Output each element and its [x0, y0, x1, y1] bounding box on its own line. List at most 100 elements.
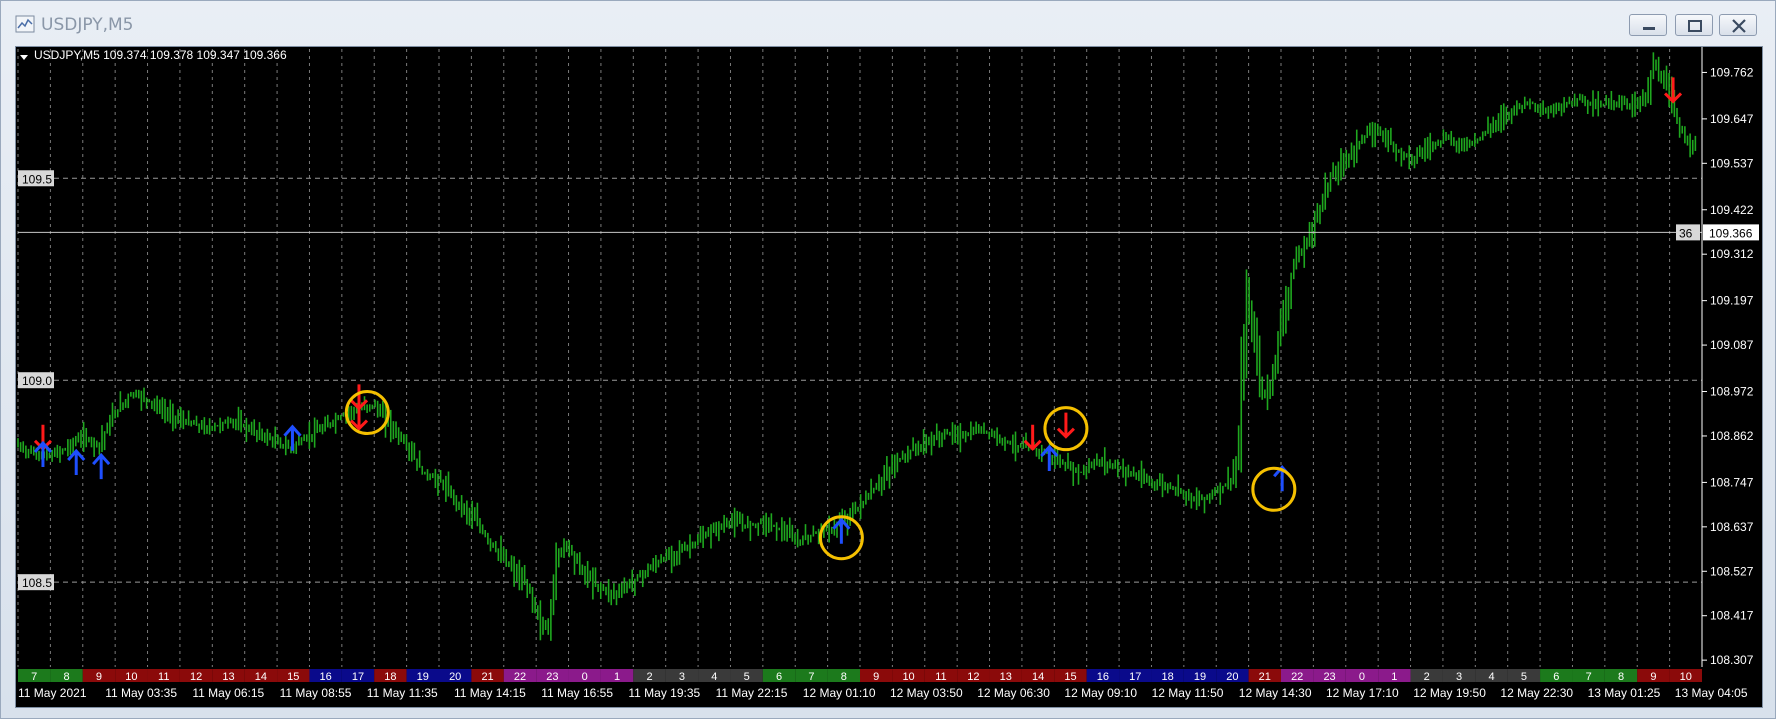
hour-label: 2: [646, 671, 652, 683]
hour-label: 8: [841, 671, 847, 683]
time-label: 12 May 01:10: [803, 686, 876, 700]
minimize-icon: [1643, 27, 1655, 30]
price-tick-label: 109.087: [1710, 338, 1754, 352]
level-label: 109.0: [22, 374, 52, 388]
hour-label: 3: [1456, 671, 1462, 683]
buy-arrow-icon: [283, 424, 302, 451]
current-price-label: 109.366: [1709, 226, 1753, 240]
time-label: 12 May 09:10: [1064, 686, 1137, 700]
hour-label: 17: [1129, 671, 1141, 683]
chart-window: USDJPY,M5 109.5 109.0 108.5 109.762 109.647 1…: [0, 0, 1776, 719]
hour-label: 14: [1032, 671, 1044, 683]
hour-label: 7: [808, 671, 814, 683]
chart-header-label: USDJPY,M5 109.374 109.378 109.347 109.36…: [34, 48, 287, 62]
price-tick-label: 109.197: [1710, 294, 1754, 308]
hour-label: 8: [64, 671, 70, 683]
price-tick-label: 109.312: [1710, 247, 1754, 261]
hour-label: 12: [967, 671, 979, 683]
hour-label: 10: [1680, 671, 1692, 683]
hour-label: 20: [1226, 671, 1238, 683]
time-label: 11 May 06:15: [192, 686, 264, 700]
sell-arrow-icon: [1663, 77, 1683, 104]
price-tick-label: 108.747: [1710, 475, 1754, 489]
hour-label: 8: [1618, 671, 1624, 683]
hour-label: 13: [222, 671, 234, 683]
hour-label: 23: [546, 671, 558, 683]
price-tick-label: 108.862: [1710, 429, 1754, 443]
hour-label: 21: [481, 671, 493, 683]
hour-label: 15: [1064, 671, 1076, 683]
hour-label: 5: [744, 671, 750, 683]
restore-button[interactable]: [1675, 14, 1713, 36]
buy-arrow-icon: [33, 440, 53, 467]
hour-label: 7: [1586, 671, 1592, 683]
close-button[interactable]: [1719, 14, 1757, 36]
hour-label: 18: [384, 671, 396, 683]
hour-label: 9: [96, 671, 102, 683]
hour-label: 20: [449, 671, 461, 683]
hour-label: 10: [902, 671, 914, 683]
time-label: 11 May 08:55: [280, 686, 352, 700]
price-tick-label: 109.647: [1710, 112, 1754, 126]
time-label: 11 May 19:35: [628, 686, 700, 700]
hour-label: 18: [1162, 671, 1174, 683]
hour-label: 21: [1259, 671, 1271, 683]
hour-label: 9: [1650, 671, 1656, 683]
hour-label: 16: [320, 671, 332, 683]
price-tick-label: 108.307: [1710, 653, 1754, 667]
hour-label: 11: [935, 671, 946, 683]
hour-label: 13: [1000, 671, 1012, 683]
close-icon: [1732, 19, 1746, 33]
time-label: 12 May 22:30: [1500, 686, 1573, 700]
sell-arrow-icon: [1023, 424, 1042, 451]
price-tick-label: 108.417: [1710, 609, 1754, 623]
hour-label: 22: [1291, 671, 1303, 683]
hour-label: 19: [1194, 671, 1206, 683]
window-title: USDJPY,M5: [41, 15, 134, 35]
time-label: 11 May 11:35: [367, 686, 438, 700]
time-label: 11 May 22:15: [716, 686, 788, 700]
price-tick-label: 109.422: [1710, 203, 1754, 217]
hour-label: 4: [1488, 671, 1494, 683]
level-label: 108.5: [22, 576, 52, 590]
hour-label: 23: [1323, 671, 1335, 683]
hour-label: 12: [190, 671, 202, 683]
time-label: 12 May 14:30: [1239, 686, 1312, 700]
hour-label: 1: [614, 671, 620, 683]
hour-label: 3: [679, 671, 685, 683]
chart-area[interactable]: 109.5 109.0 108.5 109.762 109.647 109.537 109.…: [15, 46, 1763, 708]
chart-app-icon: [15, 15, 35, 33]
triangle-down-icon[interactable]: [20, 55, 28, 60]
price-tick-label: 109.762: [1710, 65, 1754, 79]
hour-label: 22: [514, 671, 526, 683]
hour-label: 4: [711, 671, 717, 683]
price-chart[interactable]: 109.5 109.0 108.5 109.762 109.647 109.537 109.…: [16, 47, 1762, 707]
price-tick-label: 108.637: [1710, 520, 1754, 534]
time-label: 12 May 19:50: [1413, 686, 1486, 700]
restore-icon: [1688, 20, 1702, 32]
time-label: 12 May 06:30: [977, 686, 1050, 700]
hour-label: 11: [158, 671, 169, 683]
hour-label: 10: [125, 671, 137, 683]
hour-label: 7: [31, 671, 37, 683]
time-label: 11 May 03:35: [105, 686, 177, 700]
time-label: 13 May 01:25: [1588, 686, 1661, 700]
level-label: 109.5: [22, 172, 52, 186]
hour-label: 6: [776, 671, 782, 683]
minimize-button[interactable]: [1629, 14, 1667, 36]
hour-label: 6: [1553, 671, 1559, 683]
hour-label: 15: [287, 671, 299, 683]
title-bar[interactable]: USDJPY,M5: [1, 1, 1775, 47]
price-tick-label: 108.527: [1710, 564, 1754, 578]
hour-label: 0: [582, 671, 588, 683]
sell-arrow-icon: [1056, 412, 1075, 439]
hour-label: 16: [1097, 671, 1109, 683]
time-label: 13 May 04:05: [1675, 686, 1748, 700]
time-label: 11 May 14:15: [454, 686, 526, 700]
hour-label: 19: [417, 671, 429, 683]
hour-label: 1: [1391, 671, 1397, 683]
price-tick-label: 109.537: [1710, 156, 1754, 170]
current-price-tag: 36: [1679, 226, 1693, 240]
price-tick-label: 108.972: [1710, 385, 1754, 399]
hour-label: 9: [873, 671, 879, 683]
